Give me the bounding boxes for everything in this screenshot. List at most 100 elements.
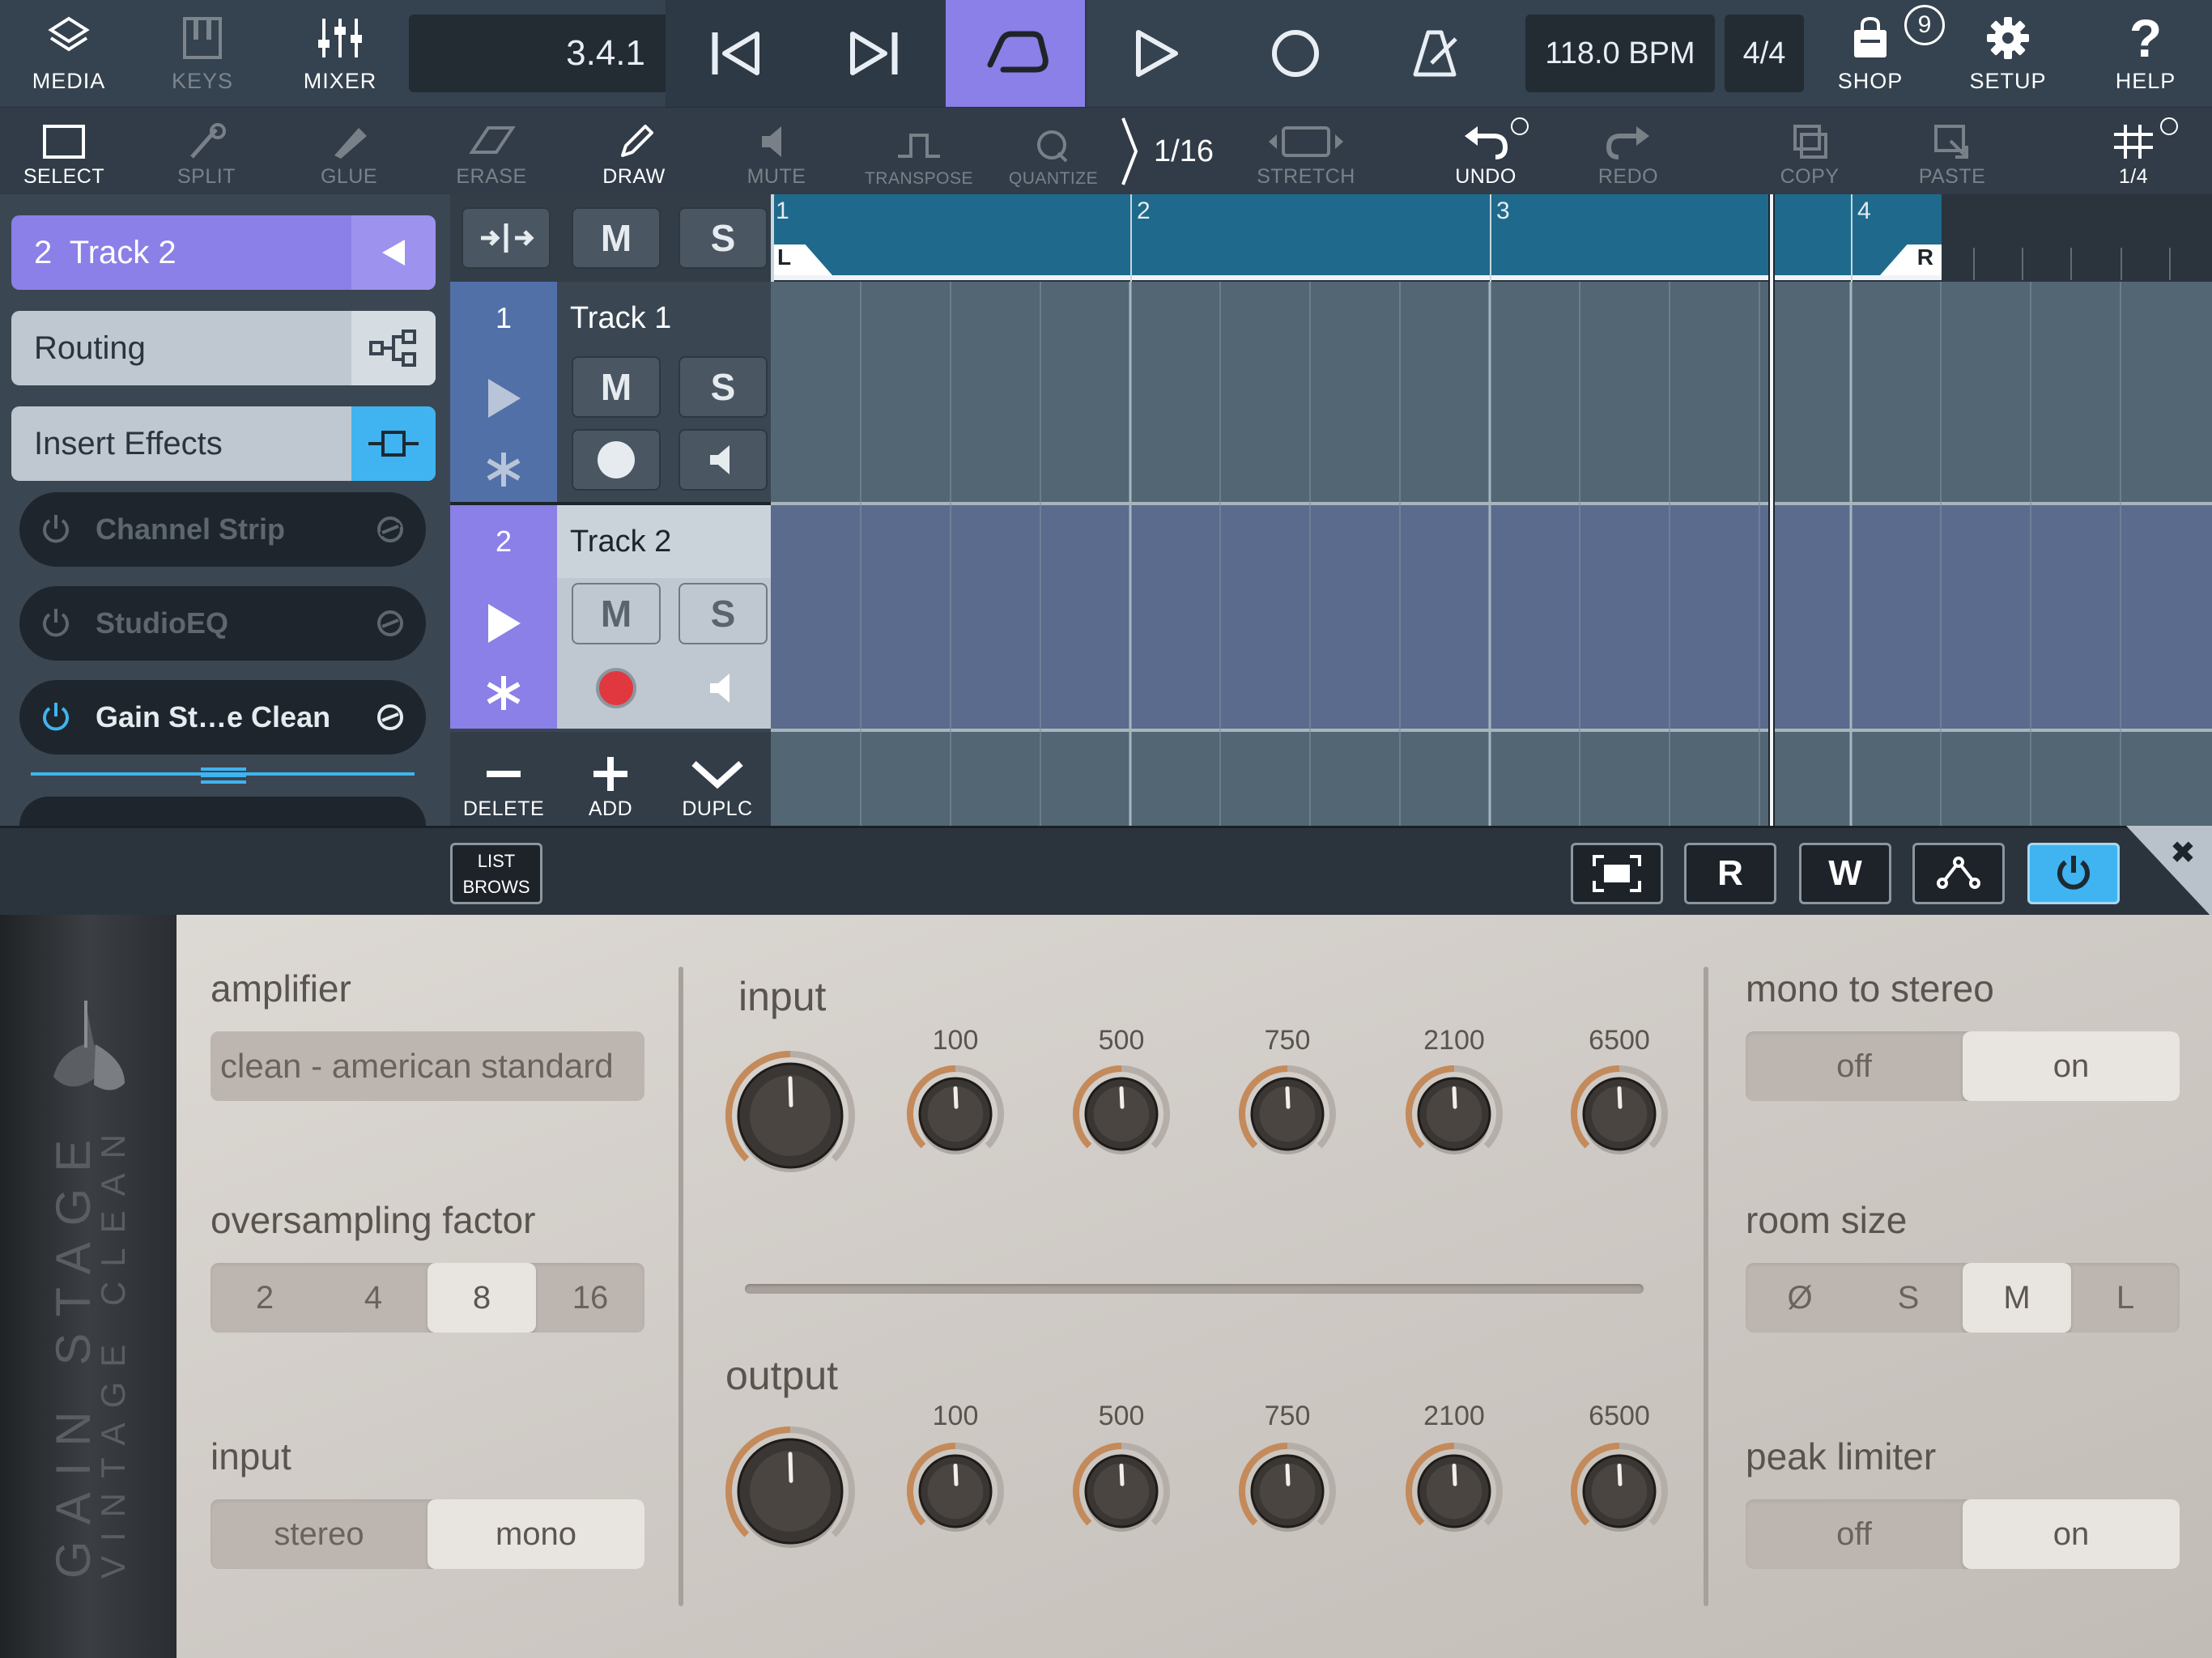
- edit-effect-icon[interactable]: [374, 701, 406, 733]
- mono-to-stereo-off[interactable]: off: [1746, 1031, 1963, 1101]
- loop-range[interactable]: [771, 194, 1942, 275]
- mute-all-button[interactable]: M: [572, 207, 661, 269]
- track-2-name[interactable]: Track 2: [557, 505, 771, 578]
- peak-limiter-off[interactable]: off: [1746, 1499, 1963, 1569]
- write-automation-button[interactable]: W: [1799, 843, 1891, 904]
- read-automation-button[interactable]: R: [1684, 843, 1776, 904]
- track-2-record-arm-button[interactable]: [572, 657, 661, 719]
- power-icon[interactable]: [39, 606, 73, 640]
- room-size-none[interactable]: Ø: [1746, 1263, 1854, 1333]
- track-2-mute-button[interactable]: M: [572, 583, 661, 644]
- plugin-power-button[interactable]: [2027, 843, 2120, 904]
- track-1-instrument-button[interactable]: [463, 437, 544, 502]
- routing-section[interactable]: Routing: [11, 311, 436, 385]
- edit-effect-icon[interactable]: [374, 607, 406, 640]
- grid-value: 1/4: [2118, 165, 2149, 188]
- power-icon[interactable]: [39, 512, 73, 546]
- grid-options-icon[interactable]: [2160, 117, 2178, 135]
- duplicate-track-button[interactable]: DUPLC: [664, 732, 771, 826]
- effect-slot-studioeq[interactable]: StudioEQ: [19, 586, 426, 661]
- insert-effects-section[interactable]: Insert Effects: [11, 406, 436, 481]
- copy-button[interactable]: COPY: [1757, 108, 1862, 195]
- setup-button[interactable]: SETUP: [1959, 0, 2057, 107]
- output-band-knob-2[interactable]: [1239, 1443, 1336, 1532]
- output-band-knob-3[interactable]: [1406, 1443, 1503, 1532]
- playhead[interactable]: [1768, 194, 1775, 826]
- input-band-knob-2[interactable]: [1239, 1065, 1336, 1154]
- track-2-instrument-button[interactable]: [463, 661, 544, 725]
- inspector-track-title[interactable]: 2 Track 2: [11, 215, 436, 290]
- solo-all-button[interactable]: S: [678, 207, 768, 269]
- close-plugin-corner[interactable]: [2126, 826, 2212, 917]
- insert-effects-button[interactable]: [351, 406, 436, 481]
- automation-curve-button[interactable]: [1912, 843, 2005, 904]
- room-size-l[interactable]: L: [2071, 1263, 2180, 1333]
- input-band-knob-0[interactable]: [907, 1065, 1004, 1154]
- position-display[interactable]: 3.4.1: [409, 15, 671, 92]
- output-gain-knob[interactable]: [725, 1426, 855, 1548]
- output-band-knob-1[interactable]: [1073, 1443, 1170, 1532]
- play-icon: [488, 379, 521, 418]
- mono-to-stereo-on[interactable]: on: [1963, 1031, 2180, 1101]
- effect-slot-add[interactable]: [19, 797, 426, 826]
- go-to-start-button[interactable]: [666, 0, 805, 107]
- mixer-button[interactable]: MIXER: [291, 0, 389, 107]
- drag-handle-icon[interactable]: [201, 766, 246, 784]
- tempo-display[interactable]: 118.0 BPM: [1525, 15, 1715, 92]
- room-size-m[interactable]: M: [1963, 1263, 2071, 1333]
- track-2-play-button[interactable]: [463, 591, 544, 656]
- metronome-button[interactable]: [1365, 0, 1504, 107]
- list-browse-button[interactable]: LIST BROWS: [450, 843, 542, 904]
- output-band-knob-4[interactable]: [1571, 1443, 1668, 1532]
- keys-button[interactable]: KEYS: [154, 0, 251, 107]
- select-tool[interactable]: SELECT: [11, 108, 117, 195]
- track-1-mute-button[interactable]: M: [572, 356, 661, 418]
- play-button[interactable]: [1087, 0, 1226, 107]
- input-band-knob-3[interactable]: [1406, 1065, 1503, 1154]
- close-icon[interactable]: ✖: [2170, 835, 2196, 871]
- edit-effect-icon[interactable]: [374, 513, 406, 546]
- loop-button[interactable]: [946, 0, 1085, 107]
- glue-tool[interactable]: GLUE: [296, 108, 402, 195]
- mute-tool[interactable]: MUTE: [724, 108, 829, 195]
- routing-button[interactable]: [351, 311, 436, 385]
- effect-slot-channel-strip[interactable]: Channel Strip: [19, 492, 426, 567]
- undo-history-icon[interactable]: [1511, 117, 1529, 135]
- track-1-record-arm-button[interactable]: [572, 429, 661, 491]
- quantize-value-button[interactable]: 1/16: [1109, 108, 1223, 195]
- input-band-knob-1[interactable]: [1073, 1065, 1170, 1154]
- quantize-tool[interactable]: QUANTIZE: [1001, 108, 1106, 195]
- peak-limiter-on[interactable]: on: [1963, 1499, 2180, 1569]
- stretch-tool[interactable]: STRETCH: [1253, 108, 1359, 195]
- input-band-knob-4[interactable]: [1571, 1065, 1668, 1154]
- record-button[interactable]: [1226, 0, 1365, 107]
- track-2-monitor-button[interactable]: [678, 657, 768, 719]
- collapse-inspector-button[interactable]: [351, 215, 436, 290]
- help-button[interactable]: ? HELP: [2097, 0, 2194, 107]
- go-to-end-button[interactable]: [805, 0, 944, 107]
- track-1-solo-button[interactable]: S: [678, 356, 768, 418]
- power-icon[interactable]: [39, 700, 73, 734]
- time-signature-display[interactable]: 4/4: [1725, 15, 1804, 92]
- room-size-s[interactable]: S: [1854, 1263, 1963, 1333]
- input-gain-knob[interactable]: [725, 1051, 855, 1172]
- shop-button[interactable]: SHOP: [1822, 0, 1919, 107]
- draw-tool[interactable]: DRAW: [581, 108, 687, 195]
- redo-button[interactable]: REDO: [1576, 108, 1681, 195]
- effect-slot-gain-stage-clean[interactable]: Gain St…e Clean: [19, 680, 426, 755]
- track-fold-button[interactable]: [462, 207, 551, 269]
- paste-button[interactable]: PASTE: [1899, 108, 2005, 195]
- delete-track-button[interactable]: DELETE: [450, 732, 557, 826]
- track-1-monitor-button[interactable]: [678, 429, 768, 491]
- media-button[interactable]: MEDIA: [16, 0, 121, 107]
- track-1-play-button[interactable]: [463, 366, 544, 431]
- fullscreen-button[interactable]: [1571, 843, 1663, 904]
- track-1-name[interactable]: Track 1: [557, 282, 771, 355]
- arrange-editor[interactable]: L R 1 2 3 4: [771, 194, 2212, 826]
- erase-tool[interactable]: ERASE: [439, 108, 544, 195]
- output-band-knob-0[interactable]: [907, 1443, 1004, 1532]
- track-2-solo-button[interactable]: S: [678, 583, 768, 644]
- transpose-tool[interactable]: TRANSPOSE: [865, 108, 973, 195]
- add-track-button[interactable]: ADD: [557, 732, 664, 826]
- split-tool[interactable]: SPLIT: [154, 108, 259, 195]
